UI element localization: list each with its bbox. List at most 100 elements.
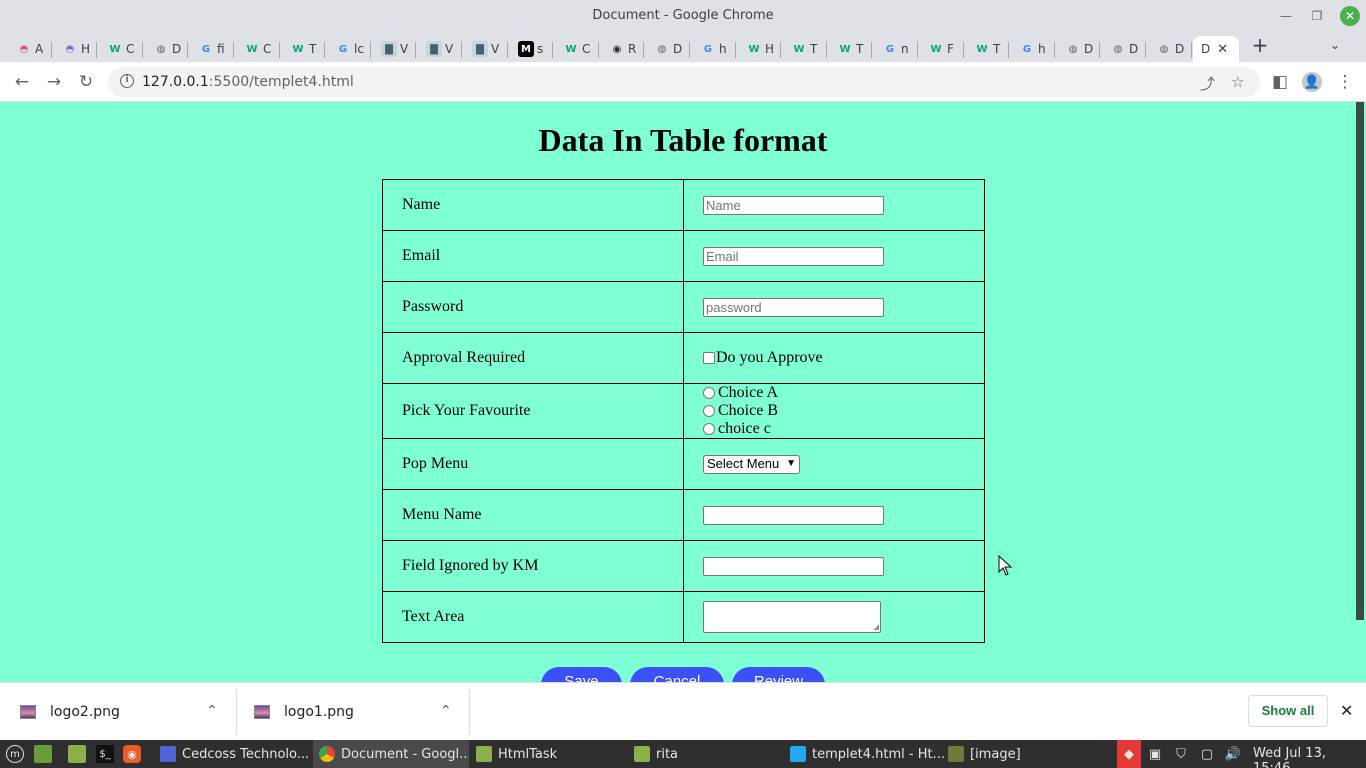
tab[interactable]: WC bbox=[236, 36, 281, 62]
taskbar-app-vscode[interactable]: templet4.html - Ht... bbox=[784, 740, 944, 768]
clipboard-icon[interactable]: ▣ bbox=[1146, 745, 1164, 763]
clock[interactable]: Wed Jul 13, 15:46 bbox=[1253, 746, 1366, 768]
tab[interactable]: WT bbox=[829, 36, 874, 62]
save-button[interactable]: Save bbox=[541, 667, 622, 682]
anydesk-icon[interactable]: ◆ bbox=[1117, 740, 1141, 768]
scrollbar-thumb[interactable] bbox=[1356, 102, 1364, 620]
tab[interactable]: ▇ V bbox=[373, 36, 418, 62]
site-info-icon[interactable]: i bbox=[120, 74, 134, 88]
chevron-up-icon[interactable]: ⌃ bbox=[206, 703, 218, 719]
tab[interactable]: WF bbox=[920, 36, 965, 62]
taskbar-app-label: templet4.html - Ht... bbox=[812, 746, 944, 762]
pop-menu-value: Select Menu bbox=[707, 455, 780, 471]
taskbar-app-cedcoss[interactable]: Cedcoss Technolo... bbox=[154, 740, 312, 768]
choice-c-radio[interactable] bbox=[703, 423, 715, 435]
resize-grip-icon[interactable]: ◢ bbox=[874, 623, 879, 631]
tab[interactable]: Gh bbox=[1011, 36, 1056, 62]
tab[interactable]: ◍ D bbox=[1057, 36, 1102, 62]
tab[interactable]: ◓ H bbox=[54, 36, 99, 62]
menu-name-label: Menu Name bbox=[382, 489, 684, 541]
network-icon[interactable]: ▢ bbox=[1198, 745, 1216, 763]
address-bar[interactable]: i 127.0.0.1:5500/templet4.html ⤴ ☆ bbox=[108, 67, 1260, 97]
email-label: Email bbox=[382, 230, 684, 282]
tab[interactable]: Gfi bbox=[190, 36, 235, 62]
firefox-icon[interactable]: ◉ bbox=[123, 745, 141, 763]
back-icon[interactable]: ← bbox=[12, 72, 32, 92]
tab[interactable]: Ms bbox=[510, 36, 555, 62]
close-tab-icon[interactable]: ✕ bbox=[1217, 42, 1228, 57]
close-window-icon[interactable]: ✕ bbox=[1340, 6, 1360, 26]
download-item-logo1[interactable]: logo1.png bbox=[254, 683, 354, 741]
tab[interactable]: Gn bbox=[874, 36, 919, 62]
ignored-field-input[interactable] bbox=[703, 556, 884, 576]
approve-checkbox-label: Do you Approve bbox=[716, 349, 823, 366]
tab[interactable]: WT bbox=[783, 36, 828, 62]
taskbar-app-htmltask[interactable]: HtmlTask bbox=[470, 740, 630, 768]
mint-menu-icon[interactable]: m bbox=[6, 745, 24, 763]
tab[interactable]: ◍ D bbox=[646, 36, 691, 62]
choice-b-radio[interactable] bbox=[703, 405, 715, 417]
w3schools-icon: W bbox=[748, 43, 760, 55]
shield-icon[interactable]: ⛉ bbox=[1172, 745, 1190, 763]
taskbar-app-image[interactable]: [image] bbox=[942, 740, 1102, 768]
tab[interactable]: Glc bbox=[327, 36, 372, 62]
tab-separator bbox=[963, 42, 964, 58]
terminal-icon[interactable]: $_ bbox=[96, 745, 114, 763]
tab[interactable]: WH bbox=[738, 36, 783, 62]
close-download-bar-icon[interactable]: ✕ bbox=[1340, 701, 1353, 720]
email-input[interactable] bbox=[703, 246, 884, 266]
profile-avatar-icon[interactable]: 👤 bbox=[1302, 72, 1322, 92]
taskbar-app-chrome[interactable]: Document - Googl... bbox=[313, 740, 469, 768]
text-area[interactable]: ◢ bbox=[703, 601, 881, 633]
system-taskbar: m $_ ◉ Cedcoss Technolo... Document - Go… bbox=[0, 740, 1366, 768]
tab[interactable]: WT bbox=[282, 36, 327, 62]
tab[interactable]: ◍ D bbox=[1102, 36, 1147, 62]
show-all-button[interactable]: Show all bbox=[1248, 695, 1328, 727]
tab[interactable]: ◍ D bbox=[145, 36, 190, 62]
share-icon[interactable]: ⤴ bbox=[1200, 73, 1215, 94]
chevron-down-icon[interactable]: ⌄ bbox=[1330, 38, 1340, 52]
w3schools-icon: W bbox=[930, 43, 942, 55]
tab[interactable]: WT bbox=[966, 36, 1011, 62]
volume-icon[interactable]: 🔊 bbox=[1224, 745, 1242, 763]
tab-separator bbox=[96, 42, 97, 58]
tab-separator bbox=[1054, 42, 1055, 58]
tab[interactable]: ▇ V bbox=[464, 36, 509, 62]
choice-a-radio[interactable] bbox=[703, 387, 715, 399]
form-table: Name Email Password Approval Required Do… bbox=[382, 179, 985, 643]
approve-checkbox[interactable] bbox=[703, 352, 715, 364]
cancel-button[interactable]: Cancel bbox=[630, 667, 724, 682]
tab-active[interactable]: D ✕ bbox=[1193, 36, 1239, 62]
reload-icon[interactable]: ↻ bbox=[76, 72, 96, 92]
pop-menu-label: Pop Menu bbox=[382, 438, 684, 490]
review-button[interactable]: Review bbox=[732, 667, 825, 682]
page-scrollbar[interactable] bbox=[1354, 102, 1366, 682]
tab-label: T bbox=[856, 42, 864, 56]
taskbar-app-label: [image] bbox=[970, 746, 1021, 762]
forward-icon[interactable]: → bbox=[44, 72, 64, 92]
menu-kebab-icon[interactable]: ⋮ bbox=[1335, 72, 1355, 92]
tab[interactable]: WC bbox=[555, 36, 600, 62]
pop-menu-select[interactable]: Select Menu ▼ bbox=[703, 454, 800, 474]
restore-icon[interactable]: ❐ bbox=[1307, 6, 1327, 26]
new-tab-button[interactable]: + bbox=[1250, 35, 1270, 56]
chevron-up-icon[interactable]: ⌃ bbox=[440, 703, 452, 719]
minimize-icon[interactable]: — bbox=[1276, 6, 1296, 26]
taskbar-app-rita[interactable]: rita bbox=[628, 740, 788, 768]
tab[interactable]: ▇ V bbox=[418, 36, 463, 62]
password-input[interactable] bbox=[703, 297, 884, 317]
menu-name-input[interactable] bbox=[703, 505, 884, 525]
side-panel-icon[interactable]: ◧ bbox=[1270, 72, 1290, 92]
name-input[interactable] bbox=[703, 195, 884, 215]
files-icon[interactable] bbox=[68, 745, 86, 763]
globe-icon: ◍ bbox=[1068, 43, 1078, 55]
tab[interactable]: Gh bbox=[692, 36, 737, 62]
textarea-label: Text Area bbox=[382, 591, 684, 643]
tab[interactable]: ◉ R bbox=[601, 36, 646, 62]
download-item-logo2[interactable]: logo2.png bbox=[20, 683, 120, 741]
tab[interactable]: WC bbox=[99, 36, 144, 62]
tab[interactable]: ◍ D bbox=[1148, 36, 1193, 62]
bookmark-star-icon[interactable]: ☆ bbox=[1231, 73, 1244, 91]
tab[interactable]: ◓ A bbox=[8, 36, 53, 62]
show-desktop-icon[interactable] bbox=[34, 745, 52, 763]
